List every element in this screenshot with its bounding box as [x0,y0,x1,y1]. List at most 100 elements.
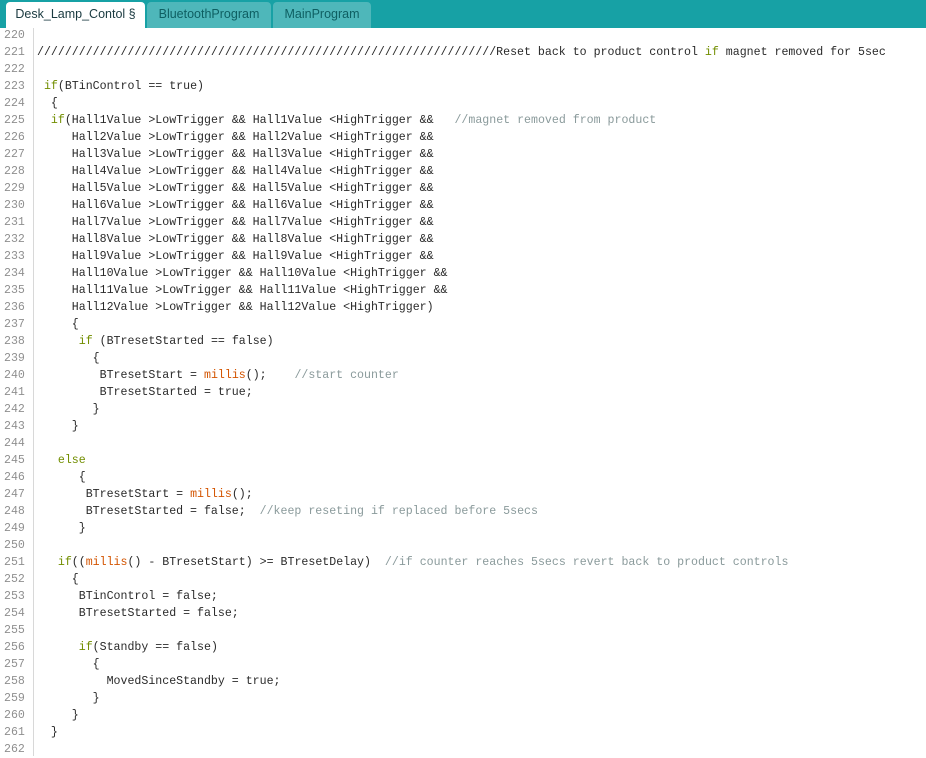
code-text: BTresetStart = millis(); //start counter [37,367,399,384]
line-number: 259 [4,692,25,705]
code-text: BTresetStarted = true; [37,384,253,401]
code-text: Hall2Value >LowTrigger && Hall2Value <Hi… [37,129,434,146]
code-token: { [37,318,79,331]
line-number: 234 [4,267,25,280]
tab-bluetooth-program[interactable]: BluetoothProgram [147,2,271,28]
line-number: 248 [4,505,25,518]
line-number: 257 [4,658,25,671]
code-token: BTresetStarted = true; [37,386,253,399]
code-token: } [37,403,100,416]
line-number: 239 [4,352,25,365]
line-number: 258 [4,675,25,688]
line-number: 247 [4,488,25,501]
code-token: ////////////////////////////////////////… [37,46,705,59]
code-token: Hall6Value >LowTrigger && Hall6Value <Hi… [37,199,434,212]
code-text: Hall4Value >LowTrigger && Hall4Value <Hi… [37,163,434,180]
line-number: 251 [4,556,25,569]
code-text: if(Hall1Value >LowTrigger && Hall1Value … [37,112,656,129]
line-number: 229 [4,182,25,195]
line-number: 233 [4,250,25,263]
code-token: } [37,420,79,433]
line-number: 254 [4,607,25,620]
code-token: { [37,352,100,365]
line-number: 260 [4,709,25,722]
line-number: 240 [4,369,25,382]
code-text: BTinControl = false; [37,588,218,605]
code-token: Hall5Value >LowTrigger && Hall5Value <Hi… [37,182,434,195]
code-token: Hall12Value >LowTrigger && Hall12Value <… [37,301,434,314]
keyword: if [57,556,72,569]
code-text: } [37,520,86,537]
tab-desk-lamp-contol[interactable]: Desk_Lamp_Contol § [6,2,145,28]
code-token: } [37,726,58,739]
keyword: if [43,80,58,93]
line-number: 235 [4,284,25,297]
line-number: 242 [4,403,25,416]
line-number: 238 [4,335,25,348]
code-text: if (BTresetStarted == false) [37,333,274,350]
line-number: 227 [4,148,25,161]
code-token: Hall10Value >LowTrigger && Hall10Value <… [37,267,448,280]
code-text: { [37,350,100,367]
code-token: (Hall1Value >LowTrigger && Hall1Value <H… [64,114,455,127]
code-editor[interactable]: 220 221 //////////////////////////////////… [0,28,926,756]
line-number: 250 [4,539,25,552]
line-number: 241 [4,386,25,399]
code-token: MovedSinceStandby = true; [37,675,281,688]
code-token: { [37,658,100,671]
tab-bar: Desk_Lamp_Contol § BluetoothProgram Main… [0,0,926,28]
code-text: BTresetStarted = false; //keep reseting … [37,503,538,520]
keyword: if [78,335,93,348]
code-comment: //start counter [294,369,399,382]
code-token: (); [231,488,253,501]
code-text: Hall5Value >LowTrigger && Hall5Value <Hi… [37,180,434,197]
code-token: (); [245,369,295,382]
function-name: millis [190,488,232,501]
line-number: 237 [4,318,25,331]
keyword: if [50,114,65,127]
line-number: 231 [4,216,25,229]
line-number: 232 [4,233,25,246]
code-token: BTresetStarted = false; [37,505,260,518]
code-comment: //if counter reaches 5secs revert back t… [384,556,789,569]
line-number: 222 [4,63,25,76]
line-number: 221 [4,46,25,59]
line-number: 255 [4,624,25,637]
code-comment: //magnet removed from product [454,114,657,127]
code-text: Hall3Value >LowTrigger && Hall3Value <Hi… [37,146,434,163]
line-number: 230 [4,199,25,212]
tab-main-program[interactable]: MainProgram [273,2,371,28]
code-text: } [37,707,79,724]
code-text: BTresetStart = millis(); [37,486,253,503]
code-text: } [37,724,58,741]
line-number: 253 [4,590,25,603]
code-text: { [37,469,86,486]
code-token: Hall7Value >LowTrigger && Hall7Value <Hi… [37,216,434,229]
line-number: 256 [4,641,25,654]
code-text: Hall8Value >LowTrigger && Hall8Value <Hi… [37,231,434,248]
line-number: 252 [4,573,25,586]
code-token: BTresetStart = [37,369,204,382]
code-comment: //keep reseting if replaced before 5secs [259,505,538,518]
code-text: Hall9Value >LowTrigger && Hall9Value <Hi… [37,248,434,265]
code-text: Hall6Value >LowTrigger && Hall6Value <Hi… [37,197,434,214]
code-token: () - BTresetStart) >= BTresetDelay) [127,556,385,569]
keyword: if [704,46,719,59]
line-number: 243 [4,420,25,433]
code-text: Hall11Value >LowTrigger && Hall11Value <… [37,282,448,299]
code-text: if((millis() - BTresetStart) >= BTresetD… [37,554,789,571]
line-number: 220 [4,29,25,42]
code-token: BTresetStarted = false; [37,607,239,620]
code-text: Hall7Value >LowTrigger && Hall7Value <Hi… [37,214,434,231]
line-number: 223 [4,80,25,93]
code-token: } [37,692,100,705]
code-token: Hall2Value >LowTrigger && Hall2Value <Hi… [37,131,434,144]
line-number: 244 [4,437,25,450]
code-text: Hall10Value >LowTrigger && Hall10Value <… [37,265,448,282]
code-text: { [37,95,58,112]
code-text: } [37,401,100,418]
code-text: Hall12Value >LowTrigger && Hall12Value <… [37,299,434,316]
code-token: (BTinControl == true) [57,80,204,93]
line-number: 224 [4,97,25,110]
